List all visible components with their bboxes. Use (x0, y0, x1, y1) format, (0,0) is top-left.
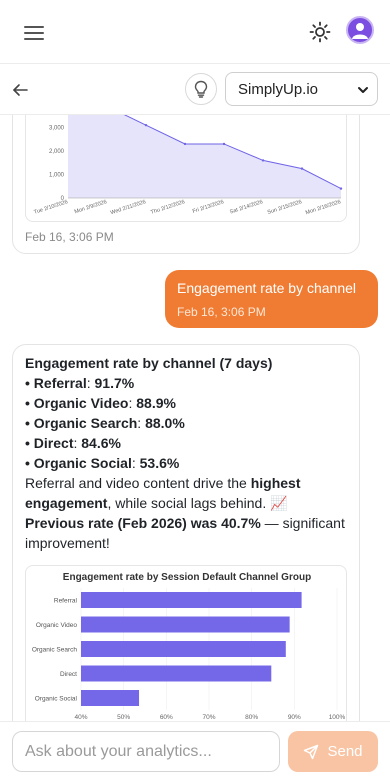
channel-rate-item: • Direct: 84.6% (25, 435, 121, 451)
paper-plane-icon (304, 744, 319, 759)
data-point (222, 142, 226, 146)
area-chart-svg: 01,0002,0003,0004,0005,000Tue 2/10/2026M… (33, 115, 343, 216)
y-tick-label: 2,000 (49, 149, 65, 155)
user-avatar-icon[interactable] (346, 16, 374, 44)
channel-name: Organic Social (33, 455, 132, 471)
summary-text-end: , while social lags behind. 📈 (107, 495, 288, 511)
answer-heading: Engagement rate by channel (7 days) (25, 355, 273, 371)
channel-rate-value: 88.0% (145, 415, 185, 431)
conversation-toolbar: SimplyUp.io (0, 65, 390, 115)
bar (81, 641, 286, 657)
channel-rate-item: • Organic Search: 88.0% (25, 415, 185, 431)
bar (81, 616, 290, 633)
x-tick-label: Wed 2/11/2026 (110, 199, 147, 216)
bar-chart-svg: Engagement rate by Session Default Chann… (32, 572, 346, 721)
chart-title: Engagement rate by Session Default Chann… (63, 572, 311, 583)
message-timestamp: Feb 16, 3:06 PM (177, 305, 266, 319)
sun-icon[interactable] (308, 20, 332, 44)
bar (81, 592, 302, 608)
previous-rate-emphasis: Previous rate (Feb 2026) was 40.7% (25, 515, 261, 531)
x-tick-label: Mon 2/9/2026 (74, 199, 108, 215)
sessions-area-chart: 01,0002,0003,0004,0005,000Tue 2/10/2026M… (25, 115, 347, 222)
channel-rate-item: • Organic Video: 88.9% (25, 395, 176, 411)
data-point (183, 142, 187, 146)
x-tick-label: Tue 2/10/2026 (33, 199, 68, 216)
category-label: Referral (54, 598, 78, 605)
send-button-label: Send (327, 743, 363, 760)
x-tick-label: Sun 2/15/2026 (267, 199, 303, 216)
x-tick-label: Mon 2/16/2026 (305, 199, 342, 216)
assistant-message-text: Engagement rate by channel (7 days) • Re… (25, 353, 351, 553)
channel-rate-value: 88.9% (136, 395, 176, 411)
channel-rate-item: • Organic Social: 53.6% (25, 455, 180, 471)
engagement-bar-chart: Engagement rate by Session Default Chann… (25, 565, 347, 721)
category-label: Organic Social (35, 696, 78, 703)
x-tick-label: 40% (74, 714, 87, 721)
category-label: Direct (60, 671, 77, 678)
message-timestamp: Feb 16, 3:06 PM (25, 230, 114, 244)
summary-text: Referral and video content drive the (25, 475, 251, 491)
arrow-left-icon[interactable] (10, 79, 32, 101)
user-message: Engagement rate by channel Feb 16, 3:06 … (165, 270, 378, 328)
assistant-message: 01,0002,0003,0004,0005,000Tue 2/10/2026M… (12, 115, 360, 254)
x-tick-label: 80% (245, 714, 258, 721)
area-fill (68, 115, 341, 198)
top-bar (0, 0, 390, 64)
bar (81, 665, 272, 682)
channel-name: Direct (33, 435, 74, 451)
y-tick-label: 1,000 (49, 173, 65, 179)
channel-rate-value: 53.6% (139, 455, 180, 471)
data-point (144, 123, 148, 127)
x-tick-label: Thu 2/12/2026 (150, 199, 186, 216)
lightbulb-icon[interactable] (185, 73, 217, 105)
property-select[interactable]: SimplyUp.io (225, 72, 378, 106)
x-tick-label: Fri 2/13/2026 (192, 199, 225, 215)
category-label: Organic Video (36, 622, 77, 629)
hamburger-menu-icon[interactable] (22, 22, 46, 42)
data-point (261, 159, 265, 162)
channel-rate-item: • Referral: 91.7% (25, 375, 135, 391)
channel-name: Organic Video (33, 395, 129, 411)
x-tick-label: 90% (288, 714, 301, 721)
channel-rate-value: 84.6% (81, 435, 121, 451)
x-tick-label: Sat 2/14/2026 (229, 199, 263, 215)
channel-rate-list: • Referral: 91.7% • Organic Video: 88.9% •… (25, 373, 351, 473)
property-select-value: SimplyUp.io (238, 80, 319, 98)
data-point (300, 167, 304, 170)
data-point (339, 187, 343, 190)
x-tick-label: 60% (160, 714, 173, 721)
ask-input[interactable] (12, 731, 280, 772)
send-button[interactable]: Send (288, 731, 378, 772)
user-message-text: Engagement rate by channel (177, 280, 357, 296)
x-tick-label: 50% (117, 714, 130, 721)
channel-name: Organic Search (33, 415, 138, 431)
bar (81, 690, 140, 706)
chat-scroll-area[interactable]: 01,0002,0003,0004,0005,000Tue 2/10/2026M… (0, 115, 390, 721)
x-tick-label: 100% (329, 714, 346, 721)
assistant-message: Engagement rate by channel (7 days) • Re… (12, 344, 360, 721)
message-composer: Send (0, 721, 390, 780)
x-tick-label: 70% (202, 714, 215, 721)
category-label: Organic Search (32, 647, 78, 654)
y-tick-label: 3,000 (49, 126, 65, 132)
channel-rate-value: 91.7% (94, 375, 135, 391)
answer-summary: Referral and video content drive the hig… (25, 473, 351, 513)
chevron-down-icon (358, 87, 368, 93)
channel-name: Referral (33, 375, 87, 391)
previous-rate-note: Previous rate (Feb 2026) was 40.7% — sig… (25, 513, 351, 553)
